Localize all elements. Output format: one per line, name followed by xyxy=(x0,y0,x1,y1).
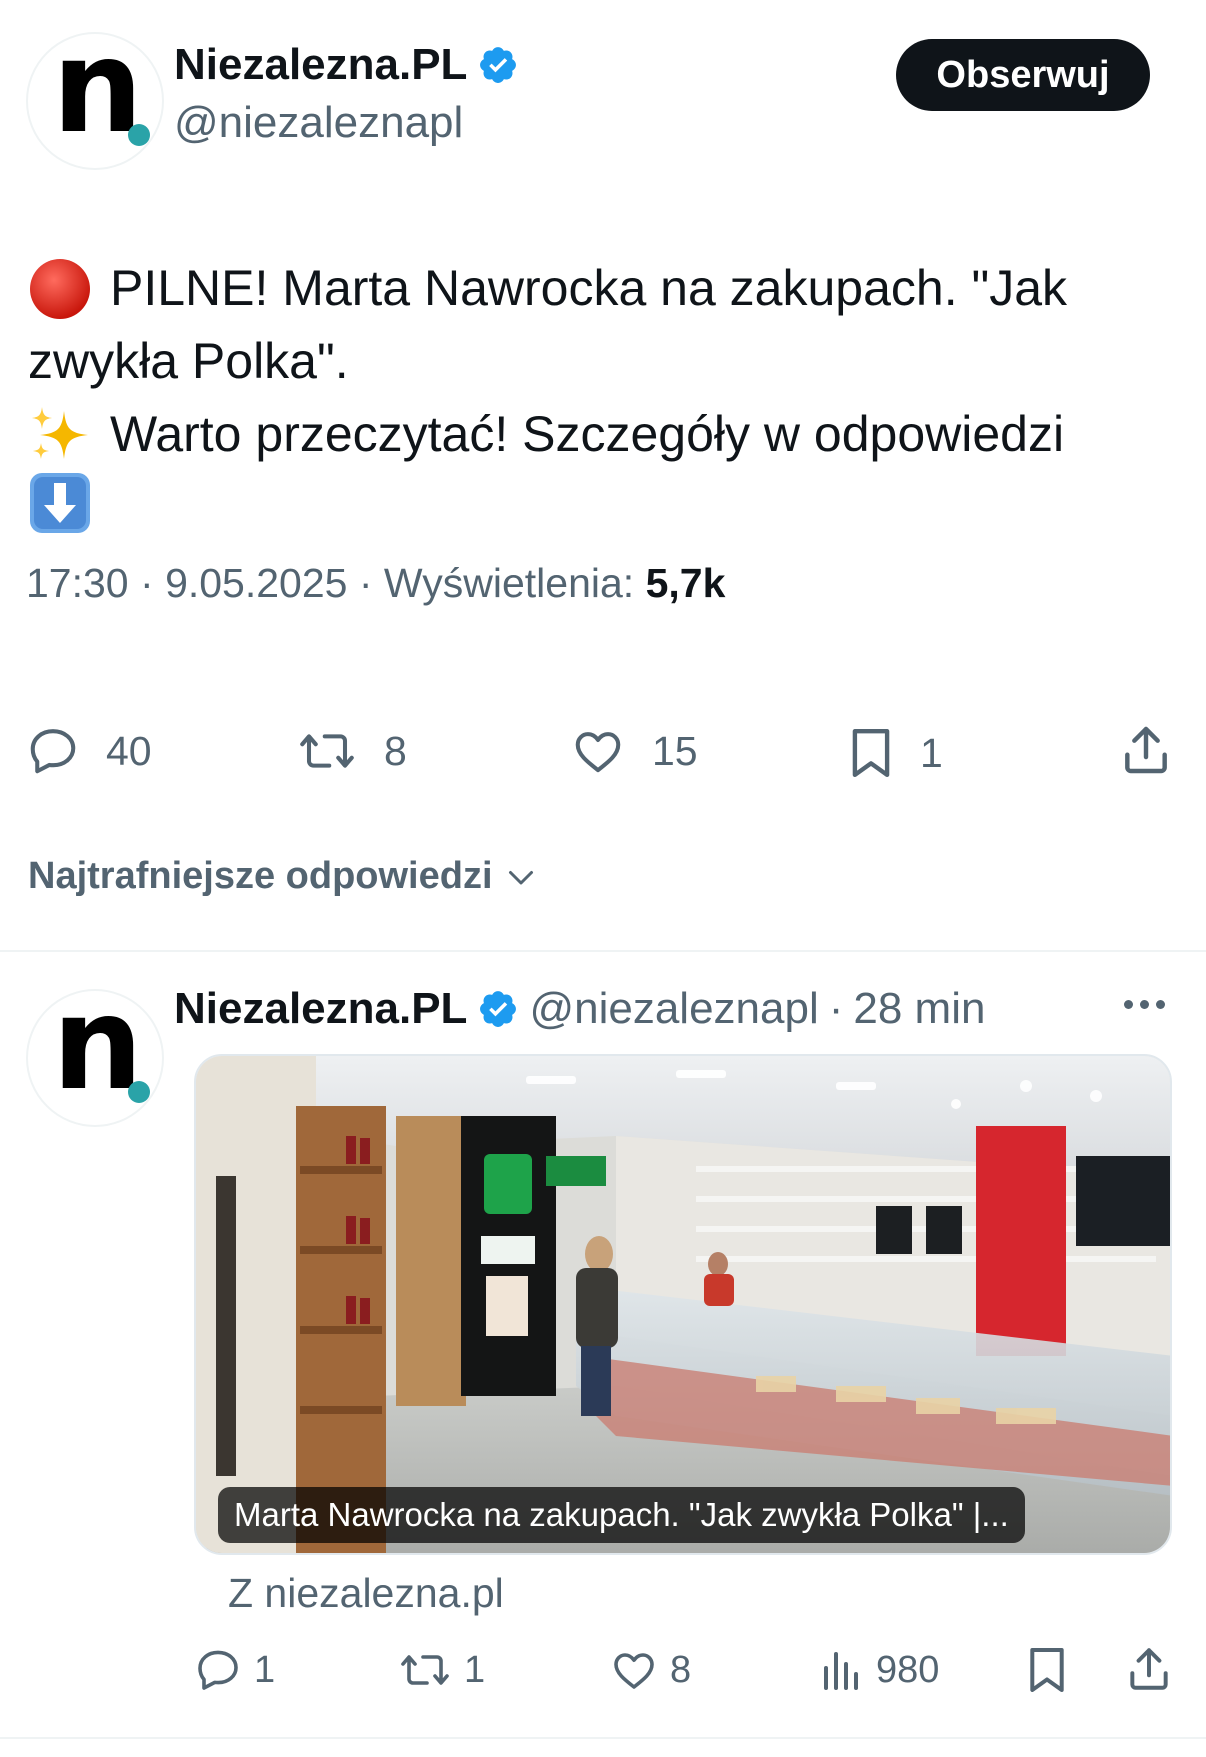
reply-tweet-share-action[interactable] xyxy=(1124,1644,1174,1694)
reply-author-name[interactable]: Niezalezna.PL xyxy=(174,984,467,1034)
down-arrow-emoji-icon xyxy=(30,473,90,533)
share-icon xyxy=(1125,726,1167,774)
shop-interior-photo xyxy=(196,1056,1170,1553)
replies-sort-dropdown[interactable]: Najtrafniejsze odpowiedzi xyxy=(28,855,539,898)
reply-tweet-views-count: 980 xyxy=(876,1648,940,1691)
more-options-icon[interactable] xyxy=(1124,1000,1165,1009)
tweet-text-line-1: PILNE! Marta Nawrocka na zakupach. "Jak xyxy=(28,252,1188,325)
like-count: 15 xyxy=(652,727,698,774)
sparkles-emoji-icon xyxy=(32,406,88,459)
share-icon xyxy=(1130,1648,1168,1690)
like-heart-icon xyxy=(614,1653,654,1689)
reply-author-avatar[interactable]: n xyxy=(26,989,164,1127)
verified-badge-icon xyxy=(480,991,517,1027)
reply-action[interactable]: 40 xyxy=(26,724,152,778)
retweet-icon xyxy=(401,1655,449,1685)
logo-letter-n: n xyxy=(52,32,143,162)
bookmark-action[interactable]: 1 xyxy=(848,724,943,782)
like-heart-icon xyxy=(575,732,621,773)
link-card-source[interactable]: Z niezalezna.pl xyxy=(228,1570,504,1617)
tweet-meta: 17:30 · 9.05.2025 · Wyświetlenia: 5,7k xyxy=(26,560,725,607)
reply-tweet-bookmark-action[interactable] xyxy=(1026,1644,1068,1696)
tweet-text-part-1: PILNE! Marta Nawrocka na zakupach. "Jak xyxy=(110,260,1068,316)
reply-tweet-views-action[interactable]: 980 xyxy=(820,1646,939,1694)
reply-separator: · xyxy=(828,984,844,1033)
author-name-row: Niezalezna.PL xyxy=(174,40,519,90)
views-count[interactable]: 5,7k xyxy=(646,560,726,606)
bottom-divider xyxy=(0,1737,1206,1739)
follow-button[interactable]: Obserwuj xyxy=(896,39,1150,111)
logo-letter-n: n xyxy=(52,989,143,1119)
reply-tweet-retweet-count: 1 xyxy=(464,1648,486,1691)
meta-separator: · xyxy=(358,560,384,606)
reply-tweet-like-action[interactable]: 8 xyxy=(610,1646,691,1694)
share-action[interactable] xyxy=(1118,722,1174,778)
meta-separator: · xyxy=(140,560,166,606)
logo-dot xyxy=(128,1081,150,1103)
reply-author-handle[interactable]: @niezaleznapl xyxy=(529,984,818,1034)
logo-dot xyxy=(128,124,150,146)
author-avatar[interactable]: n xyxy=(26,32,164,170)
reply-tweet-reply-count: 1 xyxy=(254,1648,276,1691)
replies-sort-label: Najtrafniejsze odpowiedzi xyxy=(28,855,493,897)
reply-icon xyxy=(198,1650,238,1690)
tweet-time[interactable]: 17:30 xyxy=(26,560,129,606)
tweet-text-line-4 xyxy=(28,471,1188,535)
chevron-down-icon xyxy=(508,870,533,884)
retweet-count: 8 xyxy=(384,727,407,774)
tweet-text-line-3: Warto przeczytać! Szczegóły w odpowiedzi xyxy=(28,398,1188,471)
bookmark-count: 1 xyxy=(920,729,943,776)
tweet-text-part-2: zwykła Polka". xyxy=(28,333,349,389)
views-bar-chart-icon xyxy=(824,1652,858,1690)
reply-tweet-retweet-action[interactable]: 1 xyxy=(398,1646,485,1694)
tweet-text: PILNE! Marta Nawrocka na zakupach. "Jak … xyxy=(28,252,1188,535)
tweet-date[interactable]: 9.05.2025 xyxy=(165,560,347,606)
author-handle[interactable]: @niezaleznapl xyxy=(174,98,463,148)
tweet-text-line-2: zwykła Polka". xyxy=(28,325,1188,398)
reply-time-ago[interactable]: 28 min xyxy=(853,984,985,1034)
retweet-action[interactable]: 8 xyxy=(296,724,407,778)
bookmark-icon xyxy=(1030,1648,1064,1692)
verified-badge-icon xyxy=(480,47,517,83)
link-card-caption: Marta Nawrocka na zakupach. "Jak zwykła … xyxy=(218,1487,1025,1543)
reply-count: 40 xyxy=(106,727,152,774)
section-divider xyxy=(0,950,1206,952)
retweet-icon xyxy=(300,734,354,768)
reply-tweet-like-count: 8 xyxy=(670,1648,692,1691)
views-label: Wyświetlenia: xyxy=(383,560,635,606)
tweet-text-part-3: Warto przeczytać! Szczegóły w odpowiedzi xyxy=(110,406,1065,462)
link-card-image[interactable]: Marta Nawrocka na zakupach. "Jak zwykła … xyxy=(194,1054,1172,1555)
author-name[interactable]: Niezalezna.PL xyxy=(174,40,467,90)
reply-icon xyxy=(30,729,76,774)
red-circle-emoji-icon xyxy=(30,258,90,319)
like-action[interactable]: 15 xyxy=(570,724,698,778)
bookmark-icon xyxy=(852,728,890,778)
reply-tweet-reply-action[interactable]: 1 xyxy=(194,1646,275,1694)
reply-header: Niezalezna.PL @niezaleznapl · 28 min xyxy=(174,984,985,1034)
